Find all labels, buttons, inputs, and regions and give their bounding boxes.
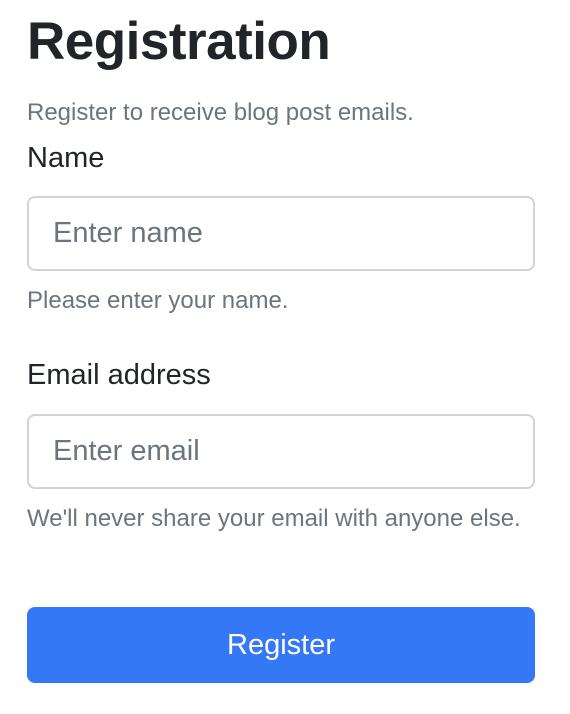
email-input[interactable]	[27, 414, 535, 489]
registration-page: Registration Register to receive blog po…	[0, 0, 570, 714]
email-label: Email address	[27, 359, 211, 391]
email-help-text: We'll never share your email with anyone…	[27, 505, 521, 532]
page-title: Registration	[27, 12, 331, 71]
name-input[interactable]	[27, 196, 535, 271]
name-label: Name	[27, 142, 105, 174]
register-button[interactable]: Register	[27, 607, 535, 683]
name-help-text: Please enter your name.	[27, 287, 289, 314]
form-subtitle: Register to receive blog post emails.	[27, 99, 414, 126]
